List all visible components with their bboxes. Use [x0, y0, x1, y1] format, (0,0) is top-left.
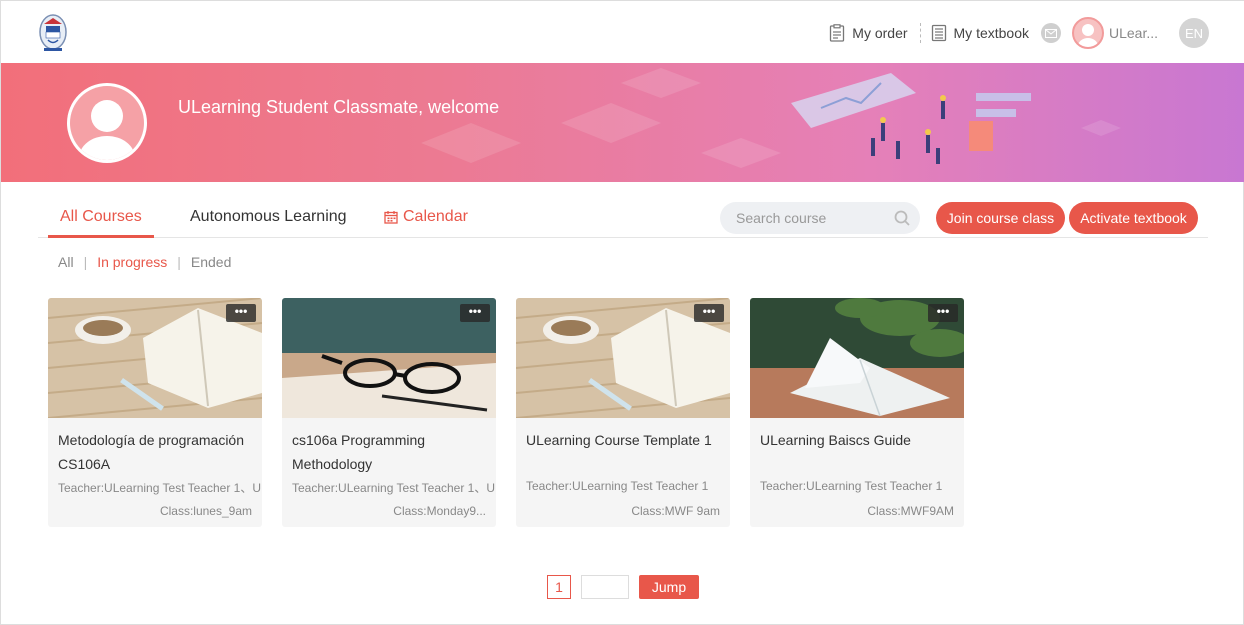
top-bar: My order My textbook ULear... EN: [1, 1, 1244, 63]
my-textbook-label: My textbook: [953, 25, 1029, 41]
banner-illustration: [421, 68, 1121, 168]
tab-all-courses[interactable]: All Courses: [60, 208, 142, 226]
course-card[interactable]: ••• ULearning Baiscs Guide Teacher:ULear…: [750, 298, 964, 527]
calendar-label: Calendar: [403, 208, 468, 225]
course-card[interactable]: ••• ULearning Course Template 1 Teacher:…: [516, 298, 730, 527]
course-title: cs106a Programming Methodology: [292, 432, 426, 472]
filter-ended[interactable]: Ended: [191, 254, 231, 270]
course-teacher: Teacher:ULearning Test Teacher 1、U: [292, 481, 496, 495]
filter-divider: |: [177, 254, 181, 270]
more-options-icon[interactable]: •••: [226, 304, 256, 322]
course-class: Class:MWF 9am: [631, 504, 720, 518]
my-order-label: My order: [852, 25, 908, 41]
filter-all[interactable]: All: [58, 254, 74, 270]
welcome-banner: ULearning Student Classmate, welcome: [1, 63, 1244, 182]
course-cover-image: •••: [48, 298, 262, 418]
course-cover-image: •••: [750, 298, 964, 418]
course-title: Metodología de programación CS106A: [58, 432, 245, 472]
course-title: ULearning Baiscs Guide: [760, 432, 911, 448]
more-options-icon[interactable]: •••: [928, 304, 958, 322]
search-box: [720, 202, 920, 234]
search-icon[interactable]: [894, 210, 910, 226]
join-course-class-button[interactable]: Join course class: [936, 202, 1065, 234]
tab-calendar[interactable]: Calendar: [384, 208, 468, 226]
course-teacher: Teacher:ULearning Test Teacher 1: [526, 479, 709, 493]
profile-avatar[interactable]: [67, 83, 147, 163]
course-class: Class:MWF9AM: [867, 504, 954, 518]
course-teacher: Teacher:ULearning Test Teacher 1、U: [58, 481, 262, 495]
course-card[interactable]: ••• cs106a Programming Methodology Teach…: [282, 298, 496, 527]
active-tab-indicator: [48, 235, 154, 238]
course-cover-image: •••: [282, 298, 496, 418]
course-title: ULearning Course Template 1: [526, 432, 712, 448]
activate-textbook-button[interactable]: Activate textbook: [1069, 202, 1198, 234]
status-filters: All | In progress | Ended: [58, 254, 231, 270]
mail-icon[interactable]: [1041, 23, 1061, 43]
calendar-icon: [384, 211, 398, 224]
school-logo[interactable]: [38, 12, 68, 54]
more-options-icon[interactable]: •••: [460, 304, 490, 322]
search-input[interactable]: [736, 210, 886, 226]
filter-in-progress[interactable]: In progress: [97, 254, 167, 270]
textbook-icon: [931, 24, 947, 42]
my-order-link[interactable]: My order: [829, 24, 908, 42]
page-number-current[interactable]: 1: [547, 575, 571, 599]
course-cover-image: •••: [516, 298, 730, 418]
course-tabs: All Courses Autonomous Learning Calendar…: [38, 197, 1208, 238]
course-class: Class:Monday9...: [393, 504, 486, 518]
course-class: Class:lunes_9am: [159, 504, 252, 518]
user-avatar[interactable]: [1072, 17, 1104, 49]
page-jump-input[interactable]: [581, 575, 629, 599]
my-textbook-link[interactable]: My textbook: [931, 24, 1029, 42]
course-teacher: Teacher:ULearning Test Teacher 1: [760, 479, 943, 493]
tab-autonomous-learning[interactable]: Autonomous Learning: [190, 208, 347, 226]
language-switch[interactable]: EN: [1179, 18, 1209, 48]
header-divider: [919, 23, 921, 43]
filter-divider: |: [83, 254, 88, 270]
order-icon: [829, 24, 845, 42]
more-options-icon[interactable]: •••: [694, 304, 724, 322]
jump-button[interactable]: Jump: [639, 575, 699, 599]
welcome-text: ULearning Student Classmate, welcome: [178, 97, 500, 117]
course-card[interactable]: ••• Metodología de programación CS106A T…: [48, 298, 262, 527]
user-name[interactable]: ULear...: [1109, 25, 1165, 41]
